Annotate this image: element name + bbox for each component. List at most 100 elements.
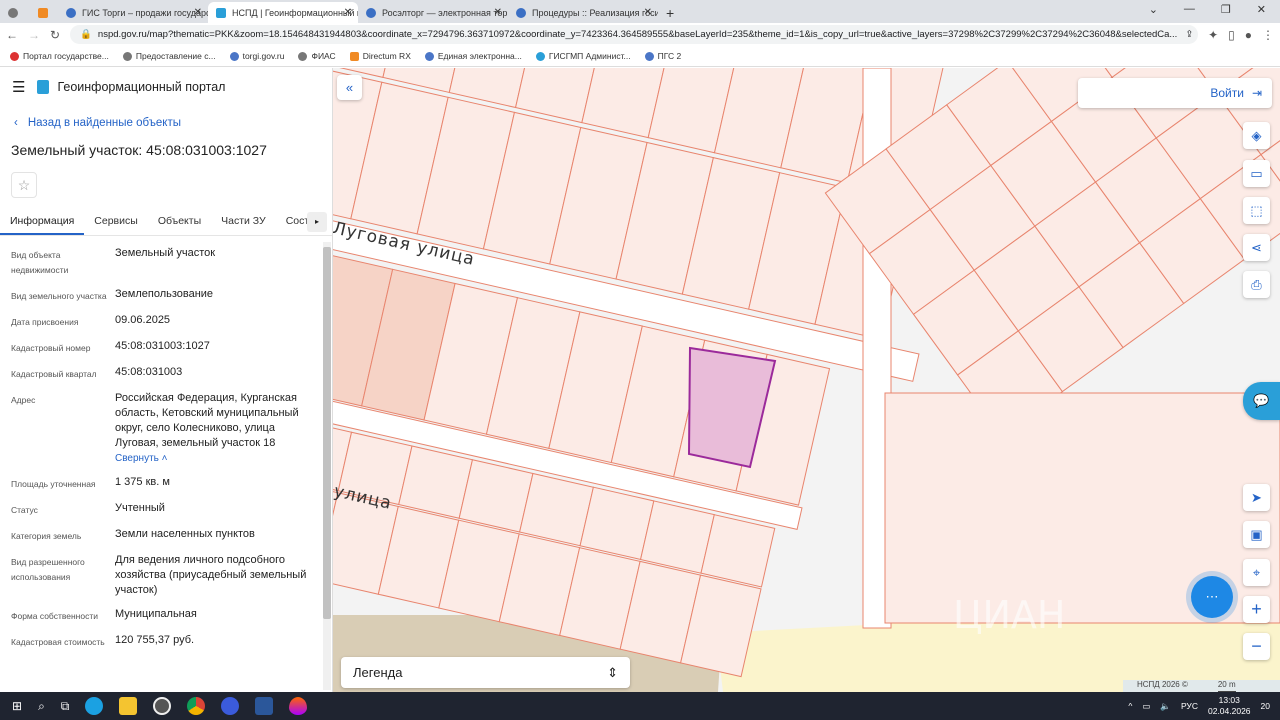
sidepanel-icon[interactable]: ▯ — [1228, 28, 1235, 42]
bookmark[interactable]: ФИАС — [298, 51, 336, 62]
attribute-value-text: Земельный участок — [115, 247, 216, 259]
forward-icon[interactable]: → — [28, 28, 40, 42]
attribute-key: Форма собственности — [11, 611, 98, 621]
clock[interactable]: 13:03 02.04.2026 — [1208, 695, 1251, 717]
tab-objects[interactable]: Объекты — [148, 210, 211, 235]
word-icon[interactable] — [255, 697, 274, 715]
geolocation-button[interactable]: ➤ — [1243, 484, 1270, 511]
attribute-value-text: Для ведения личного подсобного хозяйства… — [115, 554, 307, 596]
tab-label: Росэлторг — электронная торг — [382, 7, 508, 18]
attribute-list: Вид объекта недвижимости Земельный участо… — [0, 236, 320, 650]
attribute-value: 45:08:031003:1027 — [115, 339, 320, 356]
share-button[interactable]: ⋖ — [1243, 234, 1270, 261]
edge-icon[interactable] — [85, 697, 104, 715]
network-icon[interactable]: ▭ — [1142, 701, 1150, 712]
tab-pinned-2[interactable] — [30, 2, 58, 23]
back-to-results-link[interactable]: ‹ Назад в найденные объекты — [14, 117, 332, 129]
pin-search-icon: ⌖ — [1252, 564, 1261, 580]
new-tab-button[interactable]: + — [658, 2, 688, 23]
favorite-star-button[interactable]: ☆ — [11, 172, 37, 198]
attribute-key: Дата присвоения — [11, 317, 79, 327]
minimize-button[interactable]: — — [1184, 3, 1195, 16]
language-indicator[interactable]: РУС — [1181, 701, 1198, 711]
feedback-button[interactable]: 💬 — [1243, 382, 1280, 420]
minimap-button[interactable]: ▣ — [1243, 521, 1270, 548]
tab-parts[interactable]: Части ЗУ — [211, 210, 276, 235]
close-icon[interactable]: ✕ — [194, 7, 202, 18]
chat-icon: 💬 — [1253, 393, 1270, 408]
volume-icon[interactable]: 🔈 — [1160, 701, 1171, 712]
hamburger-menu-icon[interactable]: ☰ — [12, 78, 25, 96]
chrome-icon[interactable] — [187, 697, 206, 715]
attribute-value-text: Учтенный — [115, 502, 165, 514]
tabs-scroll-right-button[interactable]: ▸ — [307, 212, 327, 232]
share-icon[interactable]: ⇪ — [1177, 29, 1193, 40]
zoom-in-button[interactable]: + — [1243, 596, 1270, 623]
attribute-row: Кадастровая стоимость 120 755,37 руб. — [11, 633, 320, 650]
tab-services[interactable]: Сервисы — [84, 210, 148, 235]
extensions-icon[interactable]: ✦ — [1208, 28, 1218, 42]
bookmark[interactable]: Предоставление с... — [122, 51, 216, 62]
panel-scrollbar[interactable] — [323, 242, 331, 690]
profile-icon[interactable]: ● — [1245, 28, 1252, 42]
bookmark[interactable]: ГИСГМП Админист... — [535, 51, 631, 62]
attribute-value: Учтенный — [115, 501, 320, 518]
select-area-button[interactable]: ⬚ — [1243, 197, 1270, 224]
back-icon[interactable]: ← — [6, 28, 18, 42]
notifications-badge[interactable]: 20 — [1261, 701, 1270, 711]
map-canvas[interactable]: Луговая улица улица ЦИАН « Войти ⇥ ◈ ▭ ⬚ … — [333, 68, 1280, 692]
search-icon[interactable]: ⌕ — [38, 699, 45, 714]
explorer-icon[interactable] — [119, 697, 138, 715]
bookmark[interactable]: ПГС 2 — [644, 51, 681, 62]
parcel[interactable] — [700, 514, 776, 588]
watermark: ЦИАН — [953, 593, 1066, 637]
legend-select[interactable]: Легенда ⇕ — [341, 657, 630, 688]
start-icon[interactable]: ⊞ — [12, 699, 22, 713]
minimap-icon: ▣ — [1250, 526, 1263, 542]
tab-label: Процедуры :: Реализация госи — [532, 7, 658, 18]
attribute-value: 120 755,37 руб. — [115, 633, 320, 650]
app-icon[interactable] — [153, 697, 172, 715]
attribute-value-text: Российская Федерация, Курганская область… — [115, 392, 299, 449]
cadastral-map[interactable]: Луговая улица улица ЦИАН — [333, 68, 1280, 692]
search-location-button[interactable]: ⌖ — [1243, 559, 1270, 586]
reload-icon[interactable]: ↻ — [50, 28, 60, 42]
close-icon[interactable]: ✕ — [344, 7, 352, 18]
task-view-icon[interactable]: ⧉ — [61, 699, 70, 714]
flame-app-icon[interactable] — [289, 697, 308, 715]
attribute-row: Вид земельного участка Землепользование — [11, 287, 320, 304]
print-button[interactable]: ⎙ — [1243, 271, 1270, 298]
tab-nspd[interactable]: НСПД | Геоинформационный п ✕ — [208, 2, 358, 23]
close-icon[interactable]: ✕ — [644, 7, 652, 18]
tab-procedures[interactable]: Процедуры :: Реализация госи ✕ — [508, 2, 658, 23]
layers-button[interactable]: ◈ — [1243, 122, 1270, 149]
chat-bot-button[interactable]: ⋯ — [1191, 576, 1233, 618]
bookmark[interactable]: Единая электронна... — [424, 51, 522, 62]
maximize-button[interactable]: ❐ — [1221, 3, 1231, 16]
scale-bar: 20 m — [1217, 680, 1236, 692]
tray-chevron-icon[interactable]: ^ — [1128, 701, 1132, 711]
bookmarks-bar: Портал государстве... Предоставление с..… — [0, 46, 1280, 67]
menu-icon[interactable]: ⋮ — [1262, 28, 1274, 42]
bookmark[interactable]: Directum RX — [349, 51, 411, 62]
zoom-out-button[interactable]: − — [1243, 633, 1270, 660]
url-input[interactable]: 🔒 nspd.gov.ru/map?thematic=PKK&zoom=18.15… — [70, 25, 1199, 44]
ruler-icon: ▭ — [1250, 165, 1263, 181]
tab-information[interactable]: Информация — [0, 210, 85, 235]
tab-search-icon[interactable]: ⌄ — [1149, 3, 1158, 16]
tab-roseltorg[interactable]: Росэлторг — электронная торг ✕ — [358, 2, 508, 23]
bookmark[interactable]: Портал государстве... — [10, 51, 109, 62]
close-window-button[interactable]: ✕ — [1257, 3, 1266, 16]
tab-pinned-1[interactable] — [0, 2, 30, 23]
collapse-panel-button[interactable]: « — [337, 75, 362, 100]
bookmark[interactable]: torgi.gov.ru — [229, 51, 284, 62]
login-button[interactable]: Войти ⇥ — [1078, 78, 1272, 108]
tab-gis-torgi[interactable]: ГИС Торги – продажи государс ✕ — [58, 2, 208, 23]
yandex-icon[interactable] — [221, 697, 240, 715]
close-icon[interactable]: ✕ — [494, 7, 502, 18]
star-icon: ☆ — [17, 176, 31, 193]
attribute-row: Вид разрешенного использования Для ведени… — [11, 553, 320, 598]
collapse-link[interactable]: Свернуть ˄ — [115, 453, 167, 464]
attribute-value-text: 1 375 кв. м — [115, 476, 170, 488]
ruler-button[interactable]: ▭ — [1243, 160, 1270, 187]
